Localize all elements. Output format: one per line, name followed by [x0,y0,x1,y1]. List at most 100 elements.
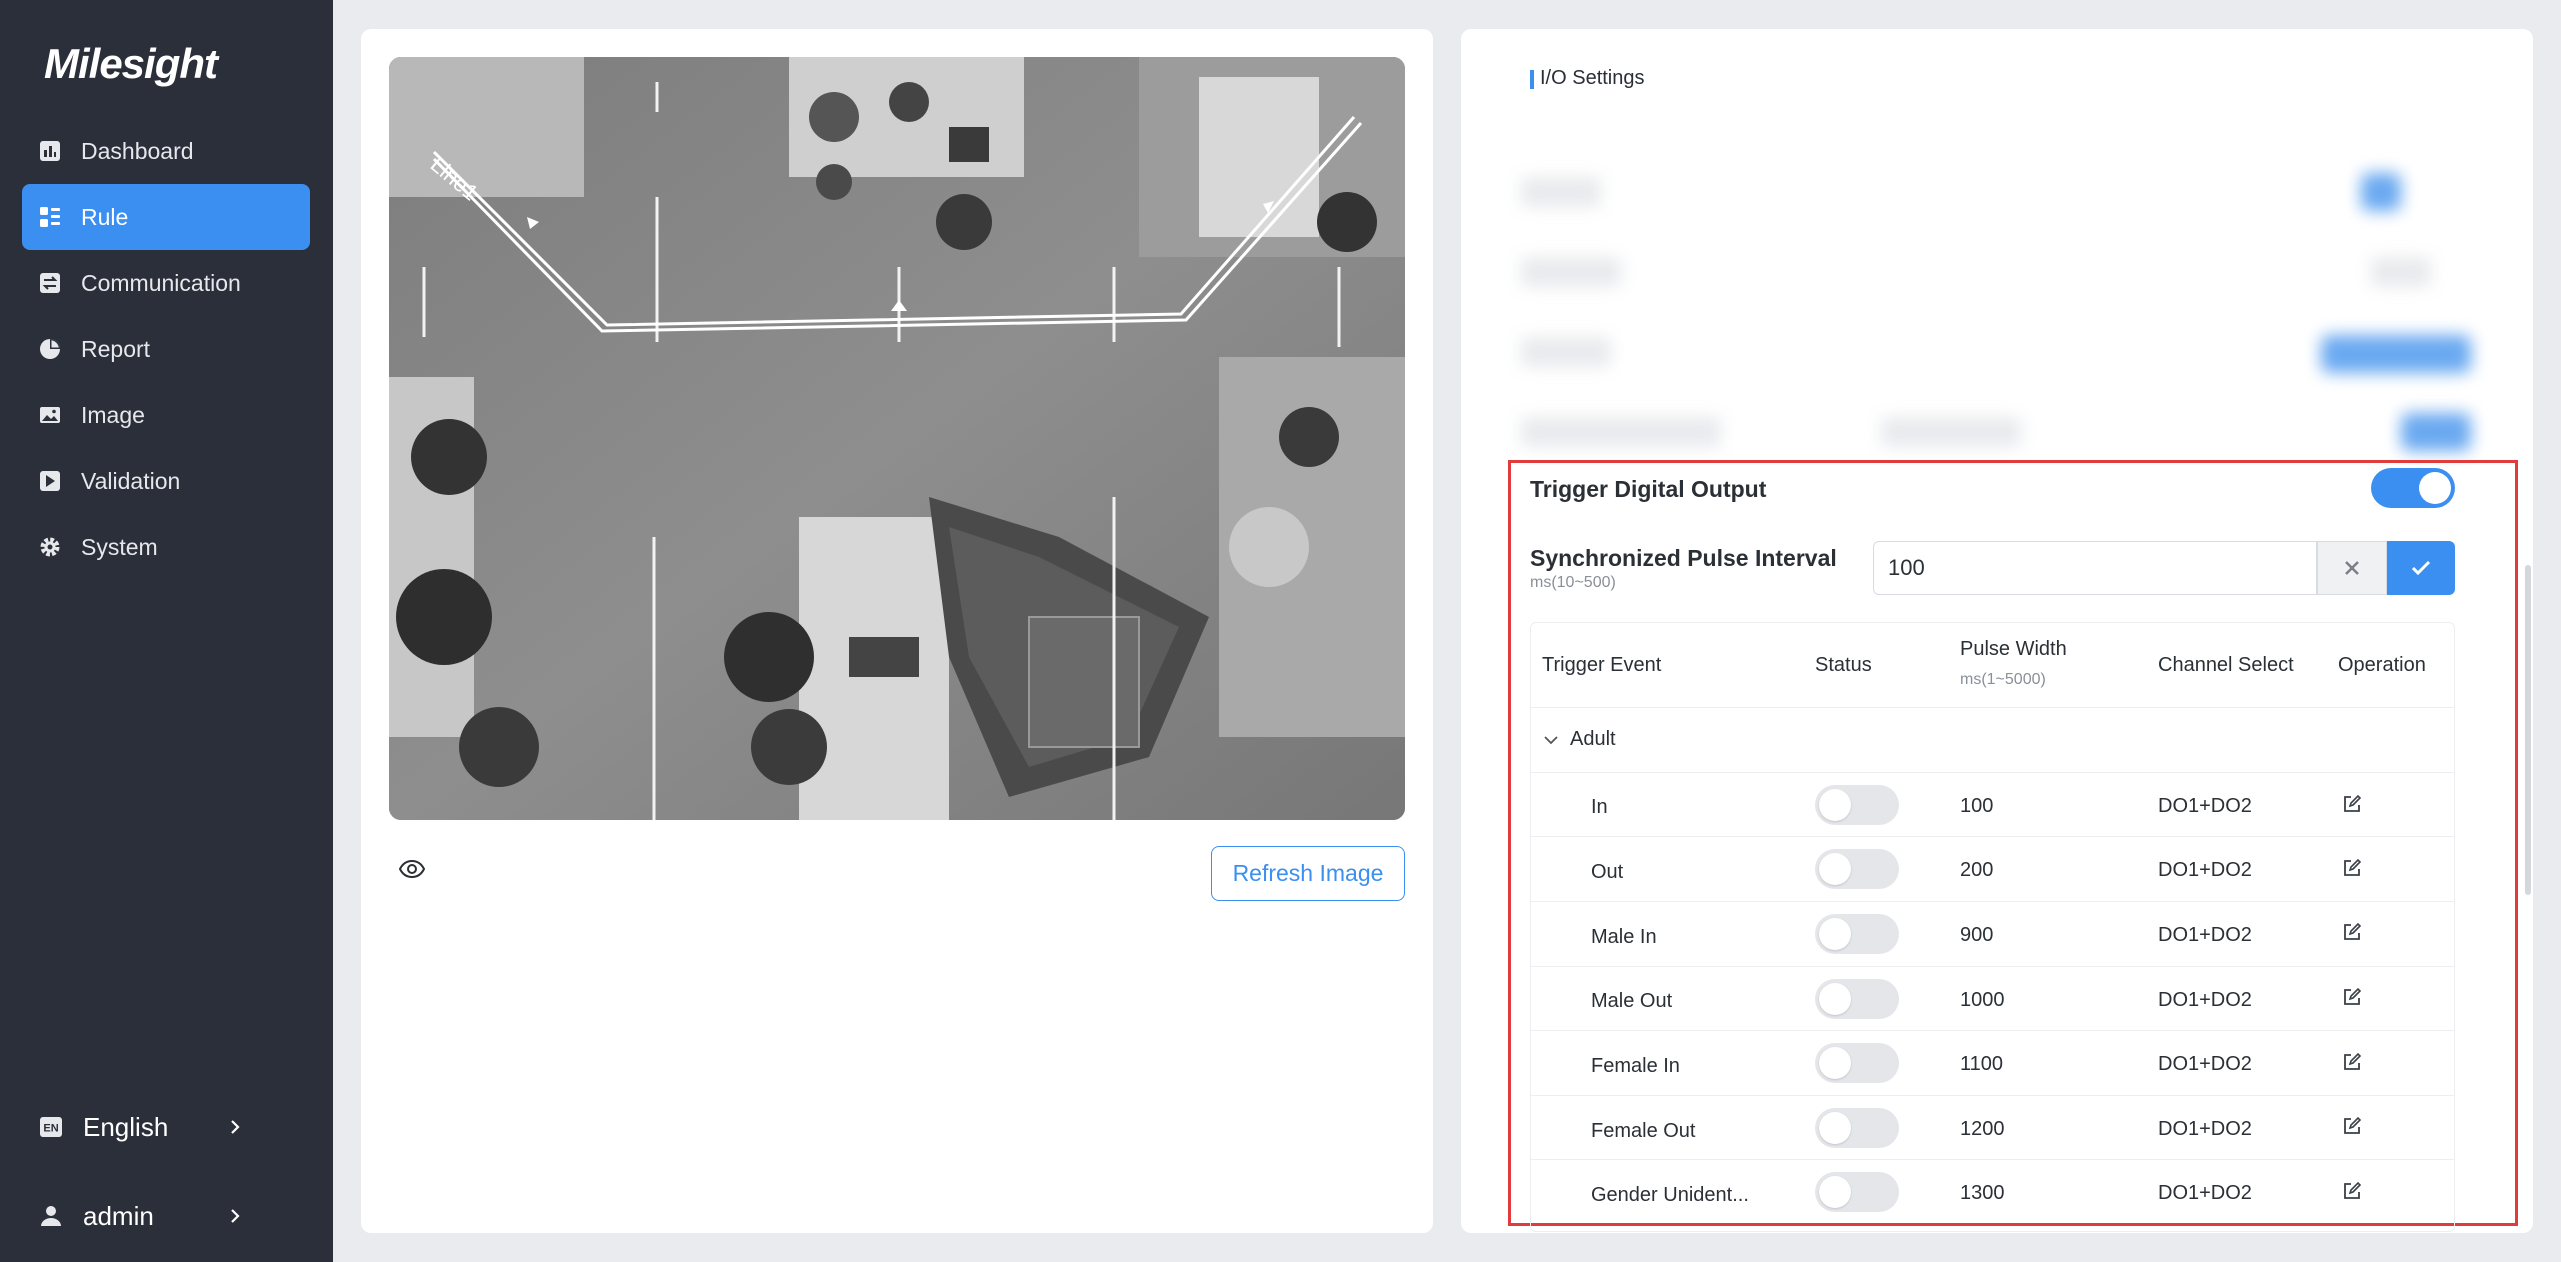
row-pulse-width: 1200 [1960,1118,2005,1140]
row-channel: DO1+DO2 [2158,924,2252,946]
sidebar-item-label: Rule [81,203,129,230]
divider [1530,1030,2455,1031]
row-channel: DO1+DO2 [2158,989,2252,1011]
row-status-toggle[interactable] [1815,849,1899,889]
trigger-digital-output-toggle[interactable] [2371,468,2455,508]
pulse-interval-input[interactable]: 100 [1873,541,2317,595]
row-status-toggle[interactable] [1815,785,1899,825]
pulse-interval-value: 100 [1888,555,1925,580]
chevron-down-icon [1544,735,1558,744]
trigger-digital-output-label: Trigger Digital Output [1530,476,1767,502]
edit-icon[interactable] [2342,1116,2362,1136]
edit-icon[interactable] [2342,987,2362,1007]
bar-chart-icon [39,140,61,162]
sidebar-item-label: Validation [81,467,181,494]
svg-text:EN: EN [43,1123,58,1135]
gear-icon [39,536,61,558]
divider [1530,901,2455,902]
row-channel: DO1+DO2 [2158,859,2252,881]
header-pulse-width-hint: ms(1~5000) [1960,671,2046,688]
cancel-button[interactable] [2317,541,2387,595]
communication-icon [39,272,61,294]
divider [1530,1159,2455,1160]
image-icon [39,404,61,426]
row-pulse-width: 1100 [1960,1053,2004,1075]
sidebar-item-label: System [81,533,158,560]
sidebar-item-label: Dashboard [81,137,194,164]
chevron-right-icon [231,1209,240,1223]
eye-icon[interactable] [398,855,426,883]
row-pulse-width: 200 [1960,859,1994,881]
confirm-button[interactable] [2387,541,2455,595]
sidebar-item-report[interactable]: Report [22,316,310,382]
divider [1530,772,2455,773]
user-icon [39,1204,63,1228]
user-menu[interactable]: admin [22,1186,310,1246]
edit-icon[interactable] [2342,922,2362,942]
sidebar-item-label: Report [81,335,151,362]
header-status: Status [1815,654,1872,676]
row-event: Female In [1591,1055,1680,1077]
row-event: In [1591,796,1608,818]
row-event: Male Out [1591,990,1673,1012]
preview-card: Line1 Refresh Image [361,29,1433,1233]
sidebar-item-communication[interactable]: Communication [22,250,310,316]
row-status-toggle[interactable] [1815,1043,1899,1083]
header-pulse-width: Pulse Width [1960,638,2067,660]
language-label: English [83,1111,169,1142]
sidebar-item-label: Communication [81,269,241,296]
close-icon [2345,561,2359,575]
validation-icon [39,470,61,492]
section-title: I/O Settings [1540,67,1645,89]
header-channel-select: Channel Select [2158,654,2294,676]
sidebar-item-validation[interactable]: Validation [22,448,310,514]
edit-icon[interactable] [2342,1052,2362,1072]
divider [1530,1095,2455,1096]
sidebar-item-rule[interactable]: Rule [22,184,310,250]
row-status-toggle[interactable] [1815,979,1899,1019]
row-channel: DO1+DO2 [2158,1182,2252,1204]
edit-icon[interactable] [2342,858,2362,878]
row-event: Out [1591,861,1624,883]
rule-grid-icon [39,206,61,228]
group-row-adult[interactable]: Adult [1542,728,1616,751]
row-channel: DO1+DO2 [2158,1118,2252,1140]
pulse-interval-hint: ms(10~500) [1530,574,1616,591]
scrollbar[interactable] [2525,565,2531,895]
pie-chart-icon [39,338,61,360]
row-status-toggle[interactable] [1815,1108,1899,1148]
blurred-settings-area [1521,139,2521,489]
edit-icon[interactable] [2342,794,2362,814]
pulse-interval-label: Synchronized Pulse Interval [1530,545,1837,571]
sidebar: Milesight Dashboard Rule Communication R… [0,0,333,1262]
sidebar-item-dashboard[interactable]: Dashboard [22,118,310,184]
check-icon [2411,560,2431,576]
group-label: Adult [1570,728,1616,750]
divider [1530,836,2455,837]
row-event: Male In [1591,926,1657,948]
camera-preview-image: Line1 [389,57,1405,820]
row-status-toggle[interactable] [1815,1172,1899,1212]
row-channel: DO1+DO2 [2158,1053,2252,1075]
row-channel: DO1+DO2 [2158,795,2252,817]
row-status-toggle[interactable] [1815,914,1899,954]
header-operation: Operation [2338,654,2426,676]
row-event: Female Out [1591,1120,1696,1142]
sidebar-item-image[interactable]: Image [22,382,310,448]
language-selector[interactable]: EN English [22,1097,310,1157]
milesight-logo: Milesight [44,40,218,87]
row-pulse-width: 100 [1960,795,1994,817]
divider [1530,707,2455,708]
refresh-image-button[interactable]: Refresh Image [1211,846,1405,901]
row-pulse-width: 1300 [1960,1182,2005,1204]
row-event: Gender Unident... [1591,1184,1749,1206]
section-accent-bar [1530,70,1534,89]
sidebar-item-label: Image [81,401,145,428]
chevron-right-icon [231,1120,240,1134]
user-label: admin [83,1200,154,1231]
language-icon: EN [39,1115,63,1139]
edit-icon[interactable] [2342,1181,2362,1201]
row-pulse-width: 900 [1960,924,1994,946]
sidebar-item-system[interactable]: System [22,514,310,580]
header-trigger-event: Trigger Event [1542,654,1662,676]
